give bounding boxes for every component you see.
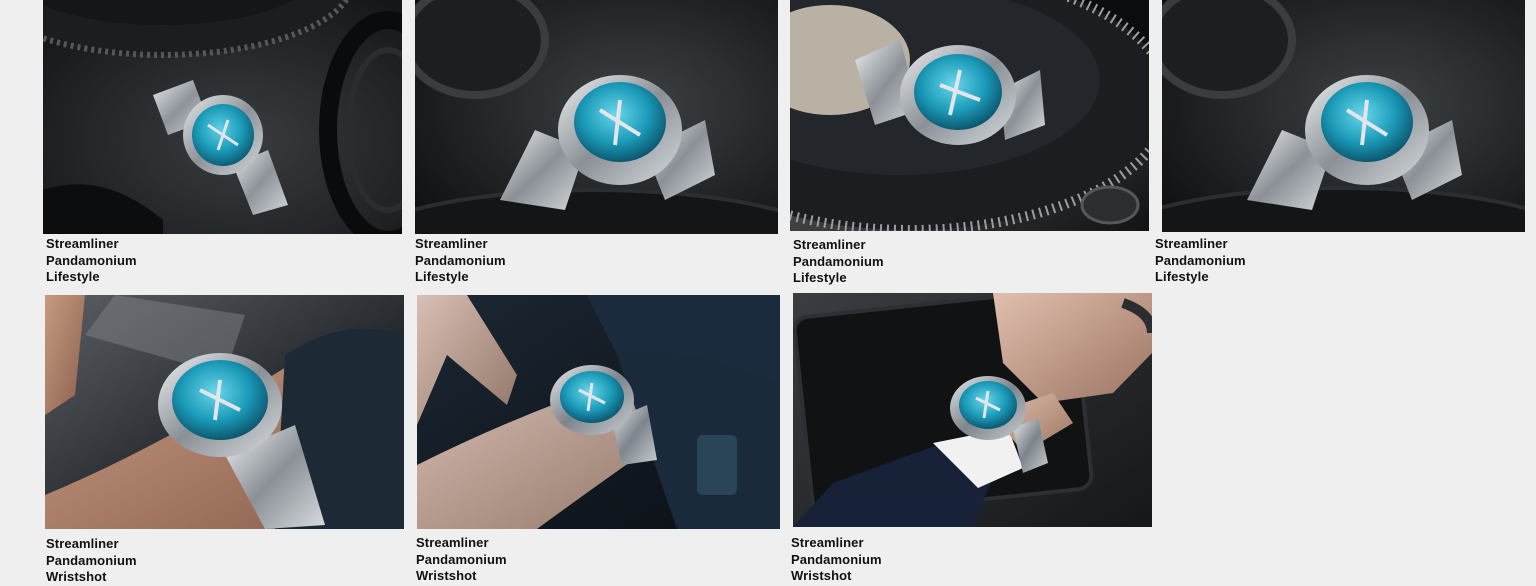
caption-collection: Streamliner <box>1155 236 1228 251</box>
gallery-card[interactable]: Streamliner Pandamonium Wristshot <box>45 295 404 584</box>
gallery-caption: Streamliner Pandamonium Lifestyle <box>1155 236 1246 286</box>
gallery-caption: Streamliner Pandamonium Lifestyle <box>46 236 137 286</box>
wristshot-image[interactable] <box>793 293 1152 527</box>
caption-model: Pandamonium <box>46 552 137 568</box>
watch-on-turntable-image[interactable] <box>43 0 402 234</box>
gallery-caption: Streamliner Pandamonium Lifestyle <box>415 236 506 286</box>
photo-gallery: Streamliner Pandamonium Lifestyle Stream… <box>0 0 1536 586</box>
wristshot-image[interactable] <box>417 295 780 529</box>
caption-collection: Streamliner <box>415 236 488 251</box>
caption-model: Pandamonium <box>793 253 884 269</box>
caption-collection: Streamliner <box>416 535 489 550</box>
gallery-caption: Streamliner Pandamonium Wristshot <box>46 536 137 586</box>
caption-category: Lifestyle <box>1155 269 1209 284</box>
caption-collection: Streamliner <box>46 536 119 551</box>
caption-model: Pandamonium <box>1155 252 1246 268</box>
caption-model: Pandamonium <box>416 551 507 567</box>
gallery-caption: Streamliner Pandamonium Lifestyle <box>793 237 884 287</box>
caption-collection: Streamliner <box>793 237 866 252</box>
caption-category: Lifestyle <box>46 269 100 284</box>
gallery-card[interactable]: Streamliner Pandamonium Wristshot <box>791 293 1152 583</box>
watch-on-record-image[interactable] <box>415 0 778 234</box>
gallery-card[interactable]: Streamliner Pandamonium Wristshot <box>416 295 780 583</box>
wristshot-image[interactable] <box>45 295 404 529</box>
gallery-card[interactable]: Streamliner Pandamonium Lifestyle <box>1155 0 1532 284</box>
caption-model: Pandamonium <box>791 551 882 567</box>
watch-on-vinyl-image[interactable] <box>790 0 1149 231</box>
caption-collection: Streamliner <box>46 236 119 251</box>
gallery-caption: Streamliner Pandamonium Wristshot <box>416 535 507 585</box>
caption-category: Lifestyle <box>415 269 469 284</box>
gallery-card[interactable]: Streamliner Pandamonium Lifestyle <box>790 0 1149 285</box>
caption-model: Pandamonium <box>415 252 506 268</box>
caption-category: Wristshot <box>46 569 107 584</box>
caption-model: Pandamonium <box>46 252 137 268</box>
gallery-card[interactable]: Streamliner Pandamonium Lifestyle <box>415 0 778 284</box>
caption-collection: Streamliner <box>791 535 864 550</box>
caption-category: Wristshot <box>416 568 477 583</box>
watch-on-record-image[interactable] <box>1162 0 1532 232</box>
gallery-card[interactable]: Streamliner Pandamonium Lifestyle <box>43 0 402 284</box>
gallery-caption: Streamliner Pandamonium Wristshot <box>791 535 882 585</box>
caption-category: Lifestyle <box>793 270 847 285</box>
caption-category: Wristshot <box>791 568 852 583</box>
